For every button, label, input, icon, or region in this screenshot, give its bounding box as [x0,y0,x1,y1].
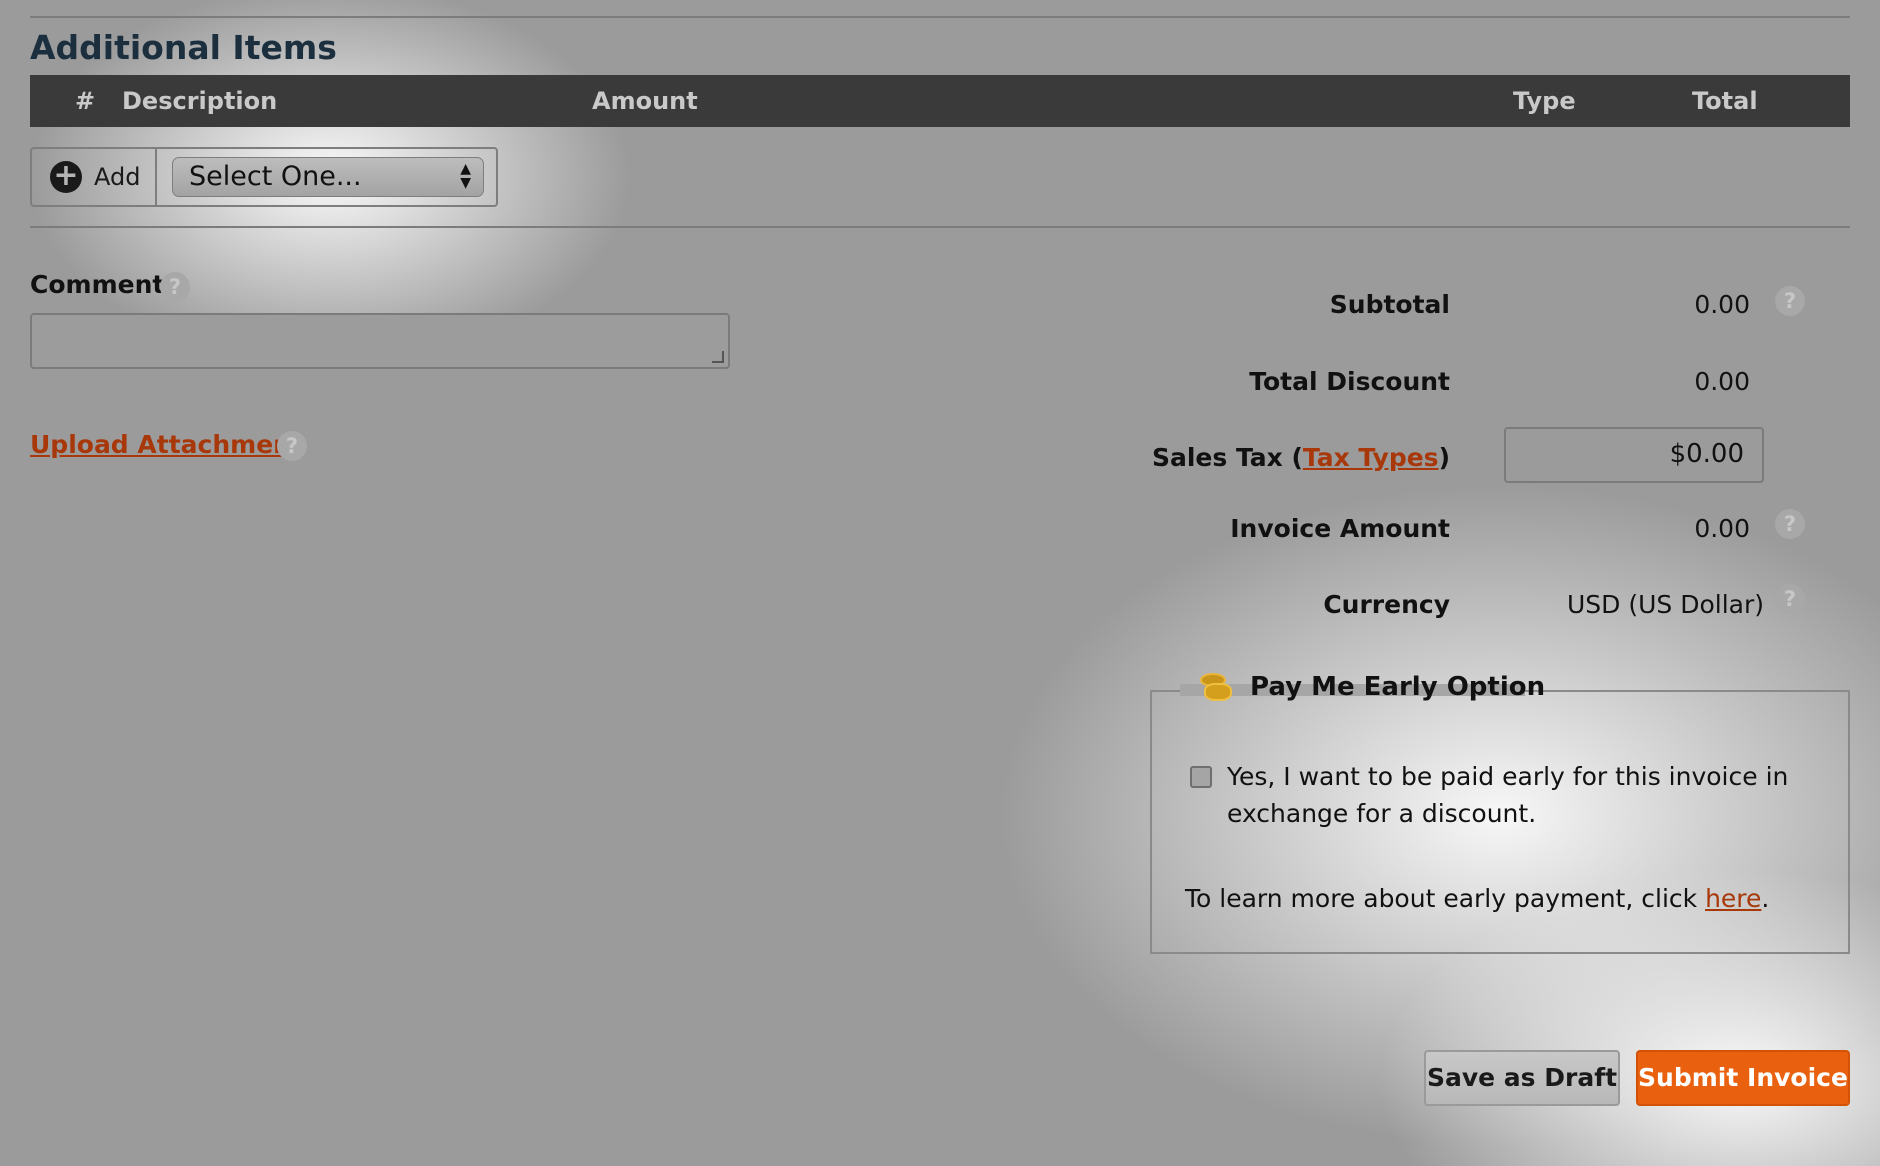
invoice-amount-value: 0.00 [1694,514,1750,543]
section-title: Additional Items [30,28,337,67]
upload-attachment-link-wrap: Upload Attachment [30,430,303,459]
sales-tax-suffix: ) [1438,443,1450,472]
comment-label: Comment [30,270,165,299]
learn-more-link[interactable]: here [1705,884,1761,913]
tax-types-link[interactable]: Tax Types [1303,443,1439,472]
plus-circle-icon: + [50,161,82,193]
currency-value: USD (US Dollar) [1566,590,1764,619]
subtotal-help-icon[interactable]: ? [1775,286,1805,316]
add-label: Add [94,163,141,191]
column-type: Type [1513,87,1576,115]
column-amount: Amount [592,87,698,115]
subtotal-value: 0.00 [1694,290,1750,319]
learn-more-text: To learn more about early payment, click… [1185,884,1769,913]
comment-textarea[interactable] [30,313,730,369]
currency-help-icon[interactable]: ? [1775,584,1805,614]
middle-divider [30,226,1850,228]
comment-help-icon[interactable]: ? [160,272,190,302]
learn-more-suffix: . [1761,884,1770,913]
sales-tax-prefix: Sales Tax ( [1151,443,1303,472]
total-discount-value: 0.00 [1694,367,1750,396]
column-number: # [75,87,96,115]
sales-tax-label: Sales Tax (Tax Types) [1152,443,1450,472]
items-table-header: # Description Amount Type Total [30,75,1850,127]
upload-help-icon[interactable]: ? [277,431,307,461]
item-type-select[interactable]: Select One... ▲ ▼ [172,157,484,197]
pay-early-checkbox[interactable] [1190,766,1212,788]
select-arrows-icon: ▲ ▼ [460,161,471,191]
pay-early-legend: Pay Me Early Option [1188,671,1555,703]
learn-more-prefix: To learn more about early payment, click [1185,884,1706,913]
select-value: Select One... [189,161,362,192]
add-item-group: + Add Select One... ▲ ▼ [30,147,498,207]
currency-label: Currency [1323,590,1450,619]
top-divider [30,16,1850,18]
invoice-amount-label: Invoice Amount [1230,514,1450,543]
column-description: Description [122,87,278,115]
sales-tax-input[interactable]: $0.00 [1504,427,1764,483]
total-discount-label: Total Discount [1249,367,1450,396]
invoice-amount-help-icon[interactable]: ? [1775,509,1805,539]
coins-icon [1198,671,1234,703]
resize-handle-icon[interactable] [712,351,724,363]
pay-early-title: Pay Me Early Option [1250,672,1546,702]
column-total: Total [1692,87,1758,115]
submit-invoice-button[interactable]: Submit Invoice [1636,1050,1850,1106]
pay-early-checkbox-label[interactable]: Yes, I want to be paid early for this in… [1227,758,1807,832]
upload-attachment-link[interactable]: Upload Attachment [30,430,303,459]
subtotal-label: Subtotal [1329,290,1450,319]
save-as-draft-button[interactable]: Save as Draft [1424,1050,1620,1106]
add-item-button[interactable]: + Add [32,149,157,205]
